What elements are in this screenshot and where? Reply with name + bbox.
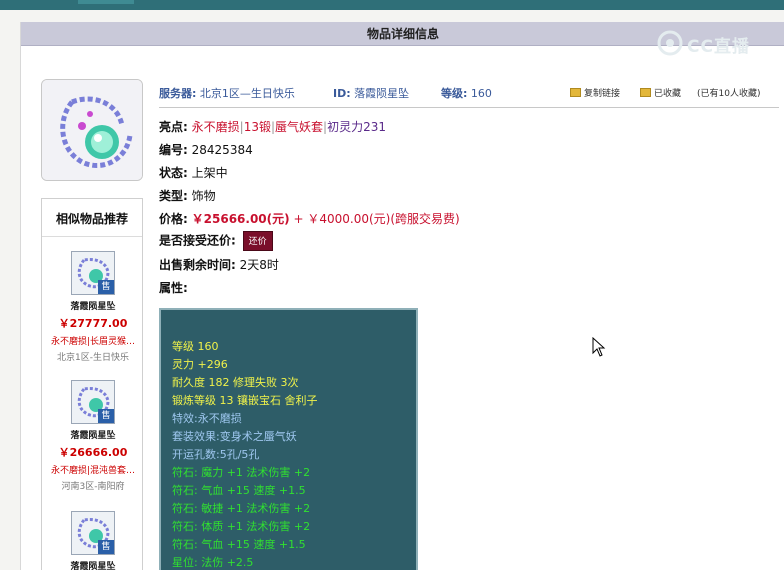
similar-item-server: 河南3区-南阳府	[61, 482, 125, 492]
highlight-tag: 13锻	[243, 120, 271, 134]
attributes-row: 属性:	[159, 279, 188, 296]
attr-line: 星位: 法伤 +2.5	[172, 556, 254, 569]
type-value: 饰物	[191, 189, 216, 203]
counter-offer-label: 是否接受还价:	[159, 233, 236, 248]
server-info: 服务器: 北京1区—生日快乐	[159, 85, 295, 101]
price-label: 价格:	[159, 212, 188, 226]
sold-badge: 售	[98, 280, 114, 294]
attr-line: 符石: 气血 +15 速度 +1.5	[172, 484, 306, 497]
similar-item-tags: 永不磨损|长眉灵猴…	[50, 337, 136, 347]
similar-item-name[interactable]: 落霞陨星坠	[42, 559, 144, 570]
attr-line: 耐久度 182 修理失败 3次	[172, 376, 299, 389]
attr-line: 特效:永不磨损	[172, 412, 242, 425]
similar-items-title: 相似物品推荐	[42, 199, 142, 237]
serial-value: 28425384	[191, 143, 253, 157]
favorite-icon	[640, 88, 651, 97]
price-plus: +	[293, 212, 304, 226]
attr-line: 符石: 气血 +15 速度 +1.5	[172, 538, 306, 551]
level-label: 等级:	[441, 87, 468, 100]
id-label: ID:	[333, 87, 351, 100]
highlight-label: 亮点:	[159, 120, 188, 134]
copy-link-label: 复制链接	[584, 89, 621, 99]
remaining-time-label: 出售剩余时间:	[159, 258, 236, 272]
highlight-tag: 永不磨损	[191, 120, 240, 134]
top-nav-bar	[0, 0, 784, 10]
cross-server-fee: ￥4000.00(元)(跨服交易费)	[307, 212, 460, 226]
status-row: 状态: 上架中	[159, 164, 228, 181]
sold-badge: 售	[98, 540, 114, 554]
price-value: ￥25666.00(元)	[191, 212, 290, 226]
similar-item-name[interactable]: 落霞陨星坠	[42, 428, 144, 441]
attr-line: 开运孔数:5孔/5孔	[172, 448, 260, 461]
similar-item-tags: 永不磨损|混沌兽套…	[50, 466, 136, 476]
attr-line: 锻炼等级 13 镶嵌宝石 舍利子	[172, 394, 318, 407]
level-value: 160	[470, 87, 492, 100]
serial-label: 编号:	[159, 143, 188, 157]
status-value: 上架中	[191, 166, 228, 180]
similar-item-thumb[interactable]: 售	[71, 380, 115, 424]
similar-item-name[interactable]: 落霞陨星坠	[42, 299, 144, 312]
similar-item-server: 北京1区-生日快乐	[57, 353, 129, 363]
counter-offer-row: 是否接受还价: 还价	[159, 231, 273, 251]
status-label: 状态:	[159, 166, 188, 180]
sold-badge: 售	[98, 409, 114, 423]
item-image	[41, 79, 143, 181]
item-info-bar: 服务器: 北京1区—生日快乐 ID: 落霞陨星坠 等级: 160 复制链接 已收…	[159, 82, 779, 108]
server-value: 北京1区—生日快乐	[199, 87, 295, 100]
watermark: CC直播	[657, 30, 769, 57]
highlight-row: 亮点: 永不磨损|13锻|蜃气妖套|初灵力231	[159, 120, 386, 134]
attr-line: 符石: 体质 +1 法术伤害 +2	[172, 520, 311, 533]
cc-logo-icon	[657, 30, 683, 56]
attr-line: 符石: 敏捷 +1 法术伤害 +2	[172, 502, 311, 515]
price-row: 价格: ￥25666.00(元) + ￥4000.00(元)(跨服交易费)	[159, 210, 460, 227]
link-icon	[570, 88, 581, 97]
attr-line: 套装效果:变身术之蜃气妖	[172, 430, 297, 443]
serial-row: 编号: 28425384	[159, 141, 253, 158]
type-label: 类型:	[159, 189, 188, 203]
top-nav-active-tab[interactable]	[78, 0, 134, 4]
similar-item-price: ￥26666.00	[58, 446, 128, 459]
favorite-label: 已收藏	[654, 89, 682, 99]
similar-item[interactable]: 售 落霞陨星坠 ￥27777.00 永不磨损|长眉灵猴… 北京1区-生日快乐	[42, 251, 144, 363]
copy-link-button[interactable]: 复制链接	[570, 86, 620, 99]
pendant-icon	[42, 80, 142, 180]
similar-item-thumb[interactable]: 售	[71, 251, 115, 295]
mouse-cursor-icon	[592, 336, 606, 360]
remaining-time-row: 出售剩余时间: 2天8时	[159, 256, 279, 273]
remaining-time-value: 2天8时	[239, 258, 279, 272]
id-info: ID: 落霞陨星坠	[333, 85, 409, 101]
counter-offer-button[interactable]: 还价	[242, 231, 273, 251]
similar-items-panel: 相似物品推荐 售 落霞陨星坠 ￥27777.00 永不磨损|长眉灵猴… 北京1区…	[41, 198, 143, 570]
watermark-text: CC直播	[687, 37, 750, 57]
highlight-tag: 蜃气妖套	[275, 120, 324, 134]
similar-item-thumb[interactable]: 售	[71, 511, 115, 555]
similar-item[interactable]: 售 落霞陨星坠 ￥26666.00 永不磨损|混沌兽套… 河南3区-南阳府	[42, 380, 144, 492]
attr-line: 符石: 魔力 +1 法术伤害 +2	[172, 466, 311, 479]
similar-item-price: ￥27777.00	[58, 317, 128, 330]
attr-line: 灵力 +296	[172, 358, 228, 371]
highlight-tag: 初灵力231	[327, 120, 386, 134]
id-value: 落霞陨星坠	[354, 87, 410, 100]
level-info: 等级: 160	[441, 85, 492, 101]
attr-line: 等级 160	[172, 340, 219, 353]
server-label: 服务器:	[159, 87, 197, 100]
attributes-box: 等级 160 灵力 +296 耐久度 182 修理失败 3次 锻炼等级 13 镶…	[159, 308, 418, 570]
favorite-count: (已有10人收藏)	[697, 89, 761, 99]
type-row: 类型: 饰物	[159, 187, 216, 204]
favorite-button[interactable]: 已收藏	[640, 86, 681, 99]
similar-item[interactable]: 售 落霞陨星坠	[42, 511, 144, 570]
attributes-label: 属性:	[159, 281, 188, 295]
